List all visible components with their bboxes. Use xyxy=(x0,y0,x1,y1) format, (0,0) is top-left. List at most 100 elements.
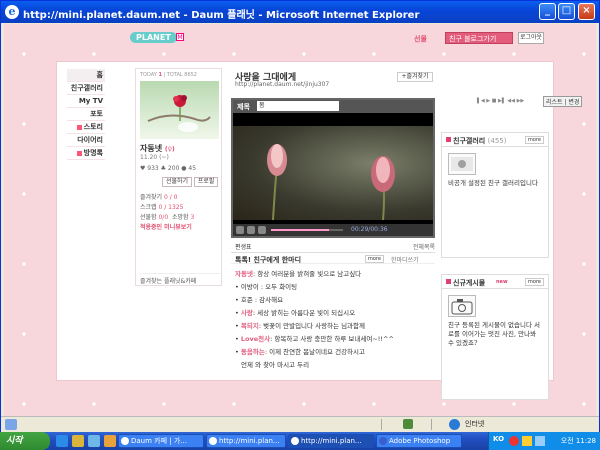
new-posts-box: 신규게시물 new more 친구 등록된 게시물이 없습니다 서로를 이어가는… xyxy=(441,274,549,400)
write-comment-link[interactable]: 한마디쓰기 xyxy=(391,255,419,264)
ie-task-icon xyxy=(121,437,129,445)
comment-list: 자동넷: 항상 여러분을 밝혀줄 빛으로 남고싶다 • 이방이 : 오두 화이팅… xyxy=(235,268,435,372)
profile-photo[interactable] xyxy=(140,81,219,139)
menu-item-label: My TV xyxy=(78,97,103,105)
menu-item-home[interactable]: 홈 xyxy=(67,69,105,82)
camera-icon xyxy=(448,295,476,317)
seek-fill xyxy=(271,229,329,231)
task-mini-planet-2[interactable]: http://mini.plan... xyxy=(288,434,374,448)
task-mini-planet-1[interactable]: http://mini.plan... xyxy=(206,434,286,448)
gift-link[interactable]: 선물 xyxy=(414,34,427,44)
left-menu: 홈 친구갤러리 My TV 포토 스토리 다이어리 방명록 xyxy=(67,69,105,160)
menu-item-label: 친구갤러리 xyxy=(70,84,103,92)
gallery-more-button[interactable]: more xyxy=(525,136,544,144)
video-select[interactable]: 봄 xyxy=(257,101,339,111)
list-item: • Love천사: 항복하고 사랑 충만한 하루 보내세여~!!^^ xyxy=(235,335,394,343)
visit-counter: TODAY 1 | TOTAL 8652 xyxy=(140,72,197,78)
menu-item-label: 홈 xyxy=(96,71,103,79)
ie-icon: e xyxy=(5,5,19,19)
video-player: 제목 봄 00:29/00:36 xyxy=(231,98,435,238)
active-miniview-link[interactable]: 적용중인 미니뷰보기 xyxy=(140,223,220,233)
list-item: • 호준 : 감사해요 xyxy=(235,296,284,304)
menu-item-label: 방명록 xyxy=(83,149,103,157)
ime-indicator[interactable]: KO xyxy=(493,435,504,443)
new-dot-icon xyxy=(76,150,82,156)
planet-logo[interactable]: PLANET xyxy=(130,32,177,43)
lock-icon xyxy=(403,419,413,429)
profile-counts: 즐겨찾기 0 / 0 스크랩 0 / 1325 선물함 0/0 소망함 3 적용… xyxy=(140,193,220,233)
profile-panel: TODAY 1 | TOTAL 8652 자동넷 (♀) 11.20 (~) ♥… xyxy=(135,68,222,286)
logout-button[interactable]: 로그아웃 xyxy=(518,32,544,44)
menu-item-guestbook[interactable]: 방명록 xyxy=(67,147,105,160)
play-icon[interactable] xyxy=(236,226,244,234)
volume-icon[interactable] xyxy=(258,226,266,234)
new-posts-title: 신규게시물 xyxy=(453,279,486,287)
profile-birth: 11.20 (~) xyxy=(140,154,169,161)
fav-row[interactable]: 즐겨찾기 0 / 0 xyxy=(140,193,220,203)
player-title-label: 제목 xyxy=(237,103,250,111)
video-screen[interactable] xyxy=(233,126,433,220)
tray-hanja-icon[interactable] xyxy=(522,436,532,446)
friend-gallery-title: 친구갤러리 (455) xyxy=(453,137,507,145)
all-list-link[interactable]: 전체목록 xyxy=(413,242,435,251)
ie-task-icon xyxy=(291,437,299,445)
list-item: 언제 와 찾아 마시고 두리 xyxy=(241,361,310,369)
list-item: • 동음하는: 이제 찬연한 봄날이네요 건강하시고 xyxy=(235,348,365,356)
post-more-button[interactable]: more xyxy=(365,255,384,263)
menu-item-friend-gallery[interactable]: 친구갤러리 xyxy=(67,82,105,95)
minimize-button[interactable]: _ xyxy=(539,3,556,20)
fav-planet-cafe-link[interactable]: 즐겨찾는 플래닛&카페 xyxy=(140,273,220,285)
add-favorite-button[interactable]: +즐겨찾기 xyxy=(397,72,433,82)
friend-gallery-box: 친구갤러리 (455) more 비공개 설정된 친구 갤러리입니다 xyxy=(441,132,549,258)
status-divider xyxy=(381,419,382,430)
media-controls[interactable]: ▌◀ ▶ ■ ▶▌ ◀◀ ▶▶ xyxy=(477,98,524,104)
maximize-button[interactable]: □ xyxy=(558,3,575,20)
security-zone: 인터넷 xyxy=(465,420,485,428)
m-icon[interactable]: M xyxy=(176,33,184,41)
app-quicklaunch-icon[interactable] xyxy=(104,435,116,447)
stop-icon[interactable] xyxy=(247,226,255,234)
bullet-icon xyxy=(446,279,451,284)
media-quicklaunch-icon[interactable] xyxy=(88,435,100,447)
ie-task-icon xyxy=(209,437,217,445)
gift-button[interactable]: 선물하기 xyxy=(162,177,192,187)
tray-clock: 오전 11:28 xyxy=(560,437,596,445)
new-posts-header: 신규게시물 new more xyxy=(442,275,548,289)
list-change-button[interactable]: 리스트 | 변경 xyxy=(543,96,583,107)
friend-blog-select[interactable]: 친구 블로그가기 xyxy=(445,32,513,44)
close-button[interactable]: × xyxy=(578,3,595,20)
menu-item-photo[interactable]: 포토 xyxy=(67,108,105,121)
tray-network-icon[interactable] xyxy=(535,436,545,446)
task-photoshop[interactable]: Adobe Photoshop xyxy=(376,434,462,448)
seek-bar[interactable] xyxy=(271,229,343,231)
menu-item-diary[interactable]: 다이어리 xyxy=(67,134,105,147)
giftbox-row[interactable]: 선물함 0/0 소망함 3 xyxy=(140,213,220,223)
mini-planet-frame: 홈 친구갤러리 My TV 포토 스토리 다이어리 방명록 TODAY 1 | … xyxy=(56,61,583,400)
status-bar: 인터넷 xyxy=(1,416,599,432)
start-button[interactable]: 시작 xyxy=(0,432,50,450)
ie-quicklaunch-icon[interactable] xyxy=(56,435,68,447)
system-tray: KO 오전 11:28 xyxy=(488,432,600,450)
menu-item-my-tv[interactable]: My TV xyxy=(67,95,105,108)
post-title: 톡톡! 친구에게 한마디 xyxy=(235,256,302,264)
profile-button[interactable]: 프로필 xyxy=(194,177,218,187)
new-posts-empty-text: 친구 등록된 게시물이 없습니다 서로를 이어가는 멋진 사진, 만나봐 수 있… xyxy=(448,321,540,347)
folder-quicklaunch-icon[interactable] xyxy=(72,435,84,447)
new-posts-more-button[interactable]: more xyxy=(525,278,544,286)
tray-app-icon[interactable] xyxy=(509,436,519,446)
profile-stats: ♥ 933 ♣ 200 ● 45 xyxy=(140,165,197,172)
title-bar[interactable]: e http://mini.planet.daum.net - Daum 플래닛… xyxy=(1,1,599,23)
gallery-thumbnail[interactable] xyxy=(448,153,476,175)
blog-url[interactable]: http://planet.daum.net/jinju307 xyxy=(235,81,329,88)
scrap-row[interactable]: 스크랩 0 / 1325 xyxy=(140,203,220,213)
menu-item-label: 포토 xyxy=(90,110,103,118)
new-badge: new xyxy=(496,279,508,285)
window-title: http://mini.planet.daum.net - Daum 플래닛 -… xyxy=(23,10,420,21)
menu-item-story[interactable]: 스토리 xyxy=(67,121,105,134)
list-item: 자동넷: 항상 여러분을 밝혀줄 빛으로 남고싶다 xyxy=(235,270,362,278)
task-daum-cafe[interactable]: Daum 카페 | 가... xyxy=(118,434,204,448)
new-dot-icon xyxy=(76,124,82,130)
ie-page-icon xyxy=(5,419,17,430)
browser-window: e http://mini.planet.daum.net - Daum 플래닛… xyxy=(0,0,600,432)
edit-link[interactable]: 편생표 xyxy=(235,242,252,251)
